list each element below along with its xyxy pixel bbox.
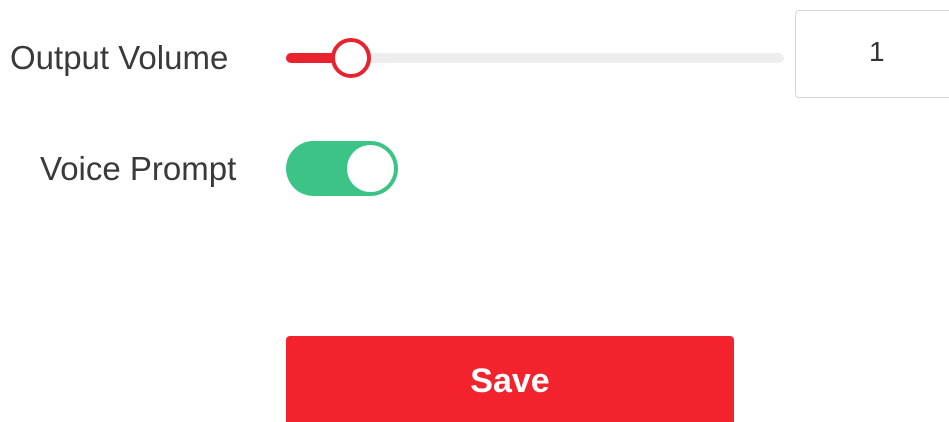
voice-prompt-toggle[interactable] <box>286 141 398 196</box>
output-volume-slider[interactable] <box>286 38 784 78</box>
output-volume-input[interactable]: 1 <box>795 10 949 98</box>
save-button-label: Save <box>470 362 550 400</box>
save-button[interactable]: Save <box>286 336 734 422</box>
audio-settings-panel: Output Volume 1 Voice Prompt Save <box>0 0 949 422</box>
voice-prompt-label: Voice Prompt <box>40 150 237 187</box>
slider-thumb[interactable] <box>330 38 371 78</box>
toggle-knob <box>347 145 394 192</box>
output-volume-value: 1 <box>869 36 885 67</box>
output-volume-label: Output Volume <box>10 39 229 76</box>
